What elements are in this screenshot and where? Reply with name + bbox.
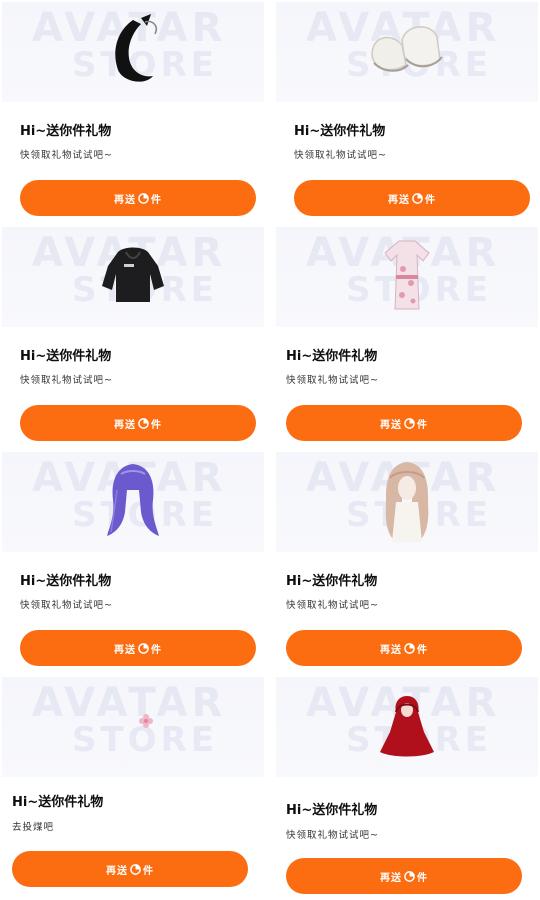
button-suffix: 件 [417,872,428,884]
send-again-button[interactable]: 再送 件 [286,630,522,666]
gift-icon [138,642,149,654]
card-subtitle: 快领取礼物试试吧~ [286,830,379,841]
button-label: 再送 [388,194,410,206]
button-suffix: 件 [425,194,436,206]
gift-card[interactable]: AVATAR STORE Hi~送你件礼物 快领取礼物试试吧~ 再送 件 [276,452,538,677]
small-flower-icon [134,709,158,737]
gift-icon [138,192,149,204]
gift-card[interactable]: AVATAR STORE Hi~送你件礼物 快领取礼物试试吧~ 再送 件 [2,227,264,452]
button-label: 再送 [114,194,136,206]
card-title: Hi~送你件礼物 [12,795,104,810]
button-label: 再送 [380,419,402,431]
send-again-button[interactable]: 再送 件 [20,405,256,441]
card-title: Hi~送你件礼物 [20,124,112,139]
card-banner: AVATAR STORE [276,677,538,777]
gift-icon [404,870,415,882]
card-banner: AVATAR STORE [2,677,264,777]
card-subtitle: 去投煤吧 [12,822,55,833]
button-label: 再送 [114,419,136,431]
gift-icon [138,417,149,429]
card-banner: AVATAR STORE [2,452,264,552]
button-label: 再送 [106,865,128,877]
card-subtitle: 快领取礼物试试吧~ [286,375,379,386]
card-title: Hi~送你件礼物 [286,803,378,818]
gift-card-grid: AVATAR STORE Hi~送你件礼物 快领取礼物试试吧~ 再送 件 AVA… [0,0,540,900]
card-subtitle: 快领取礼物试试吧~ [20,150,113,161]
card-subtitle: 快领取礼物试试吧~ [294,150,387,161]
button-label: 再送 [380,872,402,884]
button-suffix: 件 [417,644,428,656]
card-banner: AVATAR STORE [2,2,264,102]
button-suffix: 件 [151,419,162,431]
fox-tail-icon [93,10,173,94]
card-banner: AVATAR STORE [2,227,264,327]
sneakers-icon [362,15,452,89]
button-label: 再送 [380,644,402,656]
card-subtitle: 快领取礼物试试吧~ [20,600,113,611]
kimono-icon [377,235,437,319]
card-title: Hi~送你件礼物 [286,349,378,364]
card-banner: AVATAR STORE [276,452,538,552]
button-suffix: 件 [417,419,428,431]
card-subtitle: 快领取礼物试试吧~ [286,600,379,611]
long-hair-icon [372,458,442,546]
gift-icon [404,417,415,429]
gift-card[interactable]: AVATAR STORE Hi~送你件礼物 快领取礼物试试吧~ 再送 件 [276,227,538,452]
card-title: Hi~送你件礼物 [286,574,378,589]
button-suffix: 件 [151,644,162,656]
send-again-button[interactable]: 再送 件 [294,180,530,216]
purple-hair-icon [103,460,163,544]
card-banner: AVATAR STORE [276,227,538,327]
gift-icon [412,192,423,204]
card-title: Hi~送你件礼物 [20,349,112,364]
card-subtitle: 快领取礼物试试吧~ [20,375,113,386]
button-label: 再送 [114,644,136,656]
gift-card[interactable]: AVATAR STORE Hi~送你件礼物 快领取礼物试试吧~ 再送 件 [2,452,264,677]
button-suffix: 件 [151,194,162,206]
card-banner: AVATAR STORE [276,2,538,102]
watermark-line1: AVATAR [32,680,227,726]
gift-card[interactable]: AVATAR STORE Hi~送你件礼物 快领取礼物试试吧~ 再送 件 [276,2,538,227]
hoodie-icon [98,240,168,314]
gift-card[interactable]: AVATAR STORE Hi~送你件礼物 快领取礼物试试吧~ 再送 件 [2,2,264,227]
send-again-button[interactable]: 再送 件 [12,851,248,887]
send-again-button[interactable]: 再送 件 [20,180,256,216]
gift-card[interactable]: AVATAR STORE Hi~送你件礼物 去投煤吧 再送 件 [2,677,264,900]
button-suffix: 件 [143,865,154,877]
send-again-button[interactable]: 再送 件 [20,630,256,666]
send-again-button[interactable]: 再送 件 [286,405,522,441]
card-title: Hi~送你件礼物 [20,574,112,589]
gift-icon [130,863,141,875]
red-cloak-icon [372,692,442,766]
send-again-button[interactable]: 再送 件 [286,858,522,894]
gift-card[interactable]: AVATAR STORE Hi~送你件礼物 快领取礼物试试吧~ 再送 件 [276,677,538,900]
gift-icon [404,642,415,654]
card-title: Hi~送你件礼物 [294,124,386,139]
